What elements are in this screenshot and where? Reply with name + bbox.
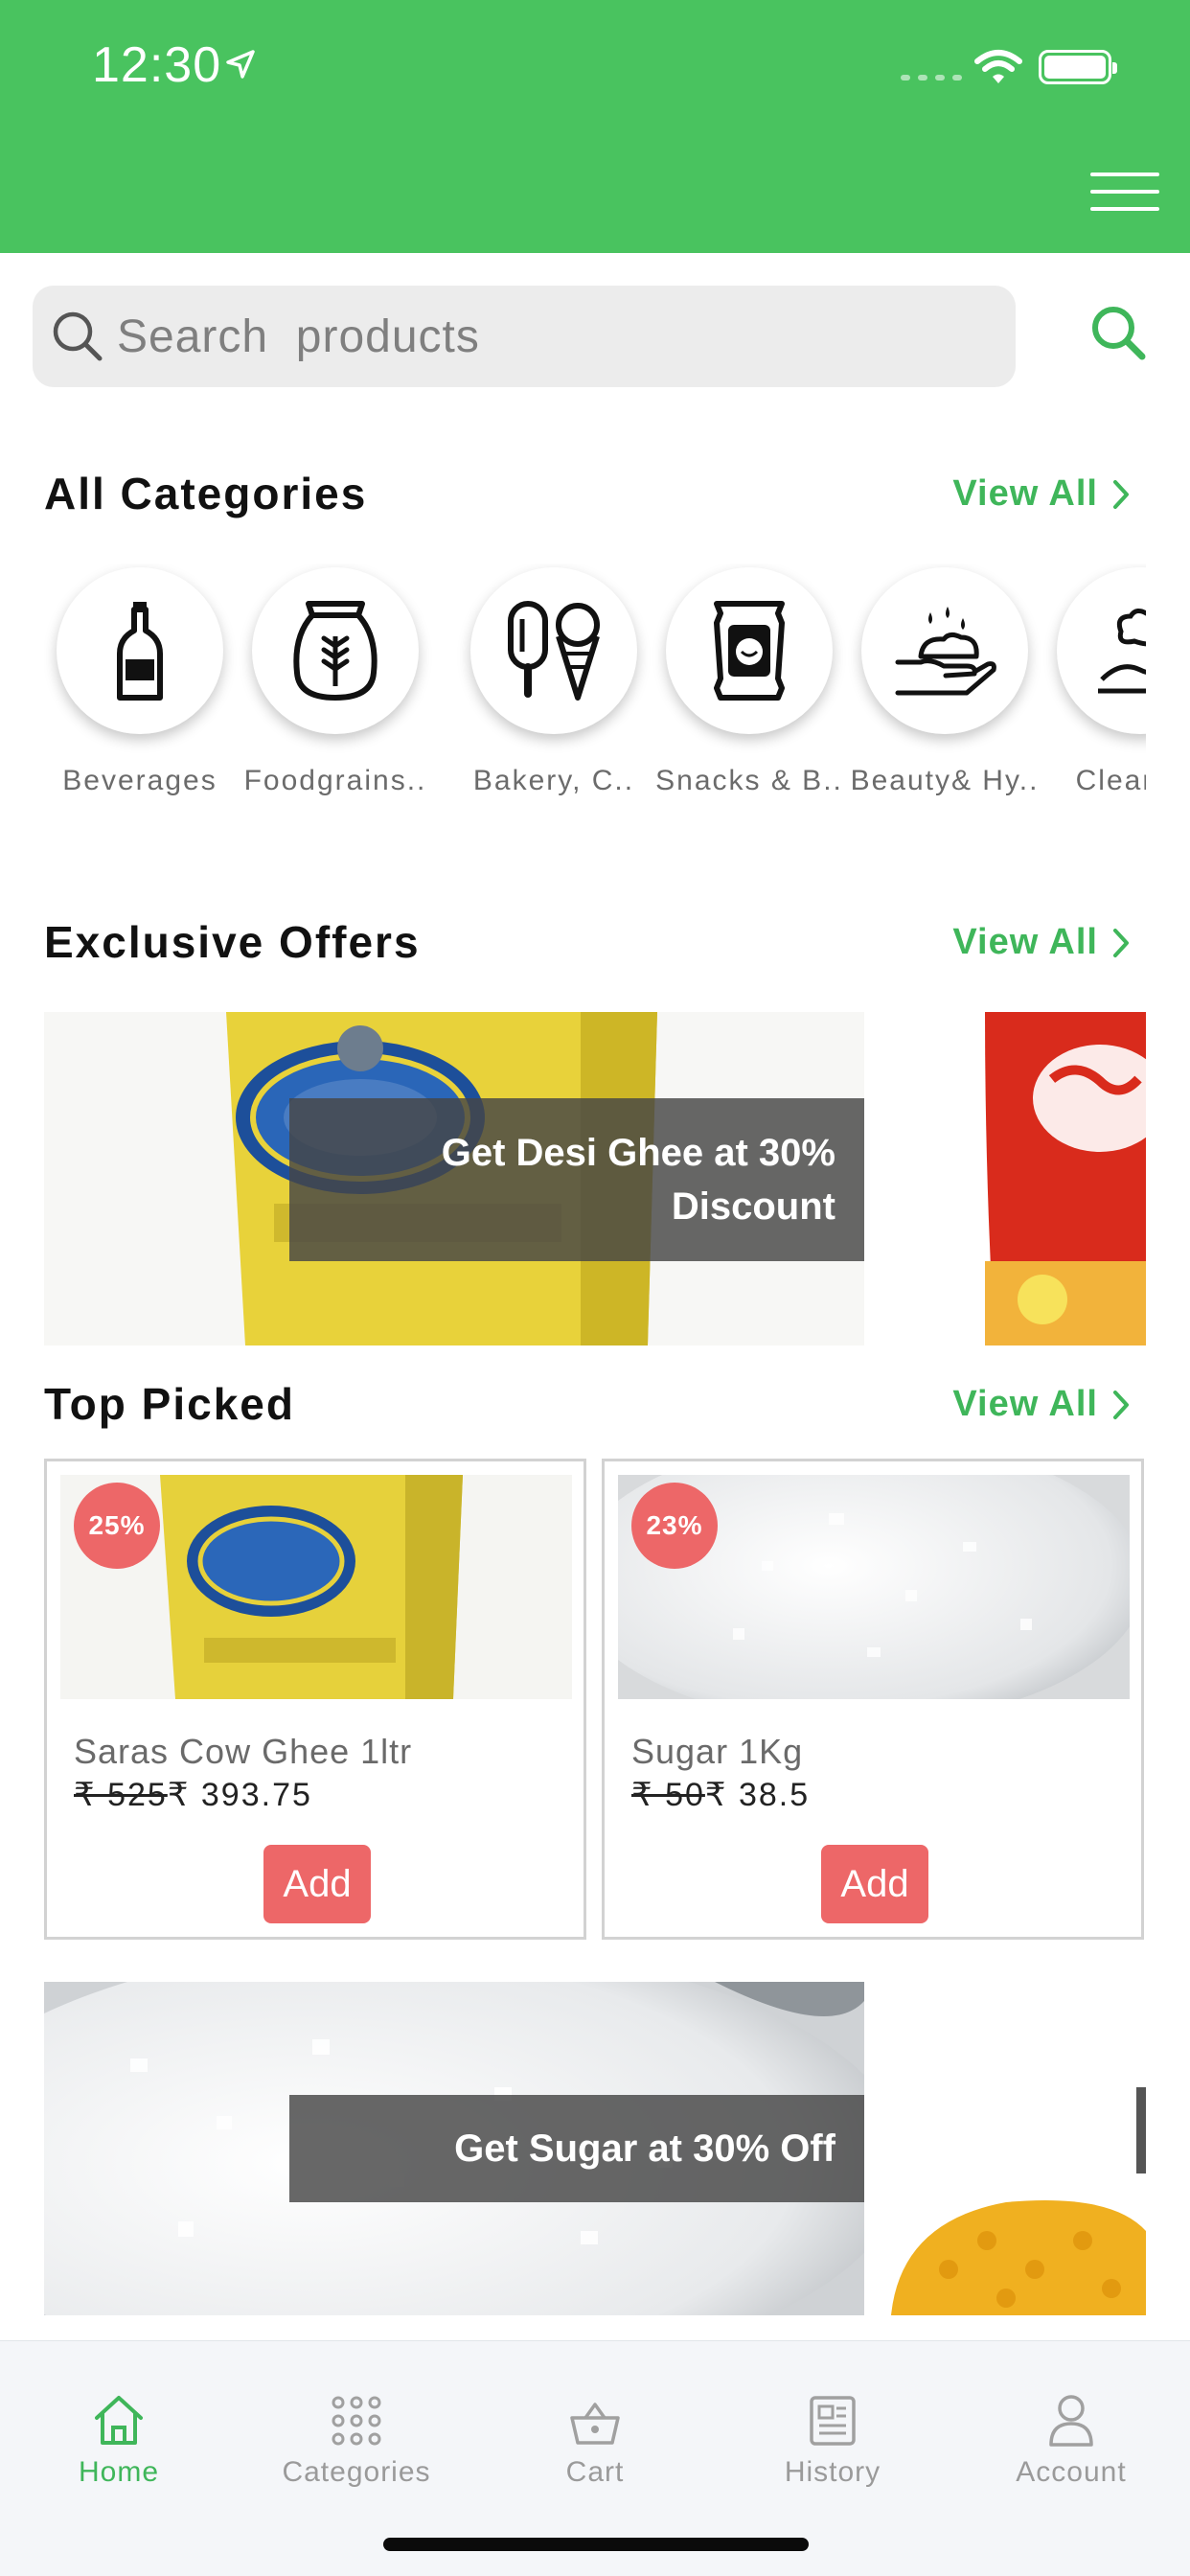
basket-icon: [570, 2403, 620, 2445]
app-header: 12:30: [0, 0, 1190, 253]
search-submit-icon[interactable]: [1088, 303, 1150, 364]
top-picked-view-all-link[interactable]: View All: [952, 1384, 1131, 1425]
product-new-price: ₹ 38.5: [704, 1777, 811, 1813]
offer-banner-ghee[interactable]: Get Desi Ghee at 30% Discount: [44, 1012, 864, 1346]
cleaning-icon: [1098, 609, 1146, 694]
tab-label: Cart: [565, 2456, 625, 2488]
chevron-right-icon: [1113, 928, 1129, 957]
tab-label: Home: [78, 2456, 160, 2488]
product-price: ₹ 525₹ 393.75: [74, 1776, 312, 1814]
promo-banner-caption: Get Sugar at 30% Off: [289, 2095, 864, 2202]
promo-banner-sugar[interactable]: Get Sugar at 30% Off: [44, 1982, 864, 2315]
product-card[interactable]: 23% Sugar 1Kg ₹ 50₹ 38.5 Add: [602, 1459, 1144, 1940]
product-card[interactable]: 25% Saras Cow Ghee 1ltr ₹ 525₹ 393.75 Ad…: [44, 1459, 586, 1940]
view-all-label: View All: [952, 473, 1098, 514]
category-item-bakery[interactable]: Bakery, C..: [458, 564, 650, 801]
status-time: 12:30: [92, 37, 222, 93]
tab-home[interactable]: Home: [13, 2360, 224, 2489]
add-to-cart-button[interactable]: Add: [263, 1845, 371, 1923]
top-picked-title: Top Picked: [44, 1379, 295, 1429]
category-item-foodgrains[interactable]: Foodgrains..: [240, 564, 431, 801]
tab-label: History: [784, 2456, 881, 2488]
category-item-beauty[interactable]: Beauty& Hy..: [849, 564, 1041, 801]
category-label: Snacks & B..: [655, 765, 843, 796]
home-indicator: [383, 2538, 809, 2551]
product-name: Saras Cow Ghee 1ltr: [74, 1732, 413, 1771]
grid-icon: [332, 2396, 381, 2446]
promo-banner-next[interactable]: [891, 1982, 1146, 2315]
product-new-price: ₹ 393.75: [167, 1777, 312, 1813]
search-icon: [53, 311, 103, 361]
bottle-icon: [117, 602, 163, 701]
snack-packet-icon: [714, 601, 785, 701]
ice-cream-icon: [508, 601, 600, 701]
categories-view-all-link[interactable]: View All: [952, 473, 1131, 515]
discount-badge: 25%: [74, 1483, 160, 1569]
offers-view-all-link[interactable]: View All: [952, 922, 1131, 963]
lentils-image: [891, 1982, 1146, 2315]
newspaper-icon: [810, 2396, 856, 2446]
grain-sack-icon: [293, 601, 378, 701]
tab-cart[interactable]: Cart: [490, 2360, 700, 2489]
hamburger-menu-icon[interactable]: [1090, 172, 1159, 215]
categories-title: All Categories: [44, 469, 368, 518]
category-item-snacks[interactable]: Snacks & B..: [653, 564, 845, 801]
offers-title: Exclusive Offers: [44, 917, 421, 967]
discount-badge: 23%: [631, 1483, 718, 1569]
battery-icon: [1039, 50, 1117, 84]
tab-categories[interactable]: Categories: [251, 2360, 462, 2489]
offer-banner-next[interactable]: [985, 1012, 1146, 1346]
view-all-label: View All: [952, 1384, 1098, 1424]
cellular-signal-icon: [901, 75, 962, 80]
product-price: ₹ 50₹ 38.5: [631, 1776, 810, 1814]
soap-hand-icon: [895, 607, 996, 696]
wifi-icon: [974, 50, 1022, 83]
category-label: Bakery, C..: [472, 765, 635, 796]
sugar-packet-image: [985, 1012, 1146, 1346]
chevron-right-icon: [1113, 1390, 1129, 1419]
category-label: Beverages: [62, 765, 217, 796]
chevron-right-icon: [1113, 479, 1129, 509]
product-old-price: ₹ 50: [631, 1777, 705, 1813]
location-arrow-icon: [226, 50, 255, 79]
product-old-price: ₹ 525: [74, 1777, 168, 1813]
user-icon: [1049, 2395, 1093, 2447]
category-label: Clear &..: [1075, 765, 1146, 796]
category-item-cleaning[interactable]: Clear &..: [1044, 564, 1146, 801]
home-icon: [95, 2396, 143, 2445]
tab-label: Categories: [282, 2456, 431, 2488]
offer-banner-caption: Get Desi Ghee at 30% Discount: [289, 1098, 864, 1261]
search-bar: [33, 286, 1016, 387]
search-input[interactable]: [117, 303, 979, 370]
tab-history[interactable]: History: [727, 2360, 938, 2489]
tab-account[interactable]: Account: [966, 2360, 1177, 2489]
category-label: Beauty& Hy..: [850, 765, 1040, 796]
add-to-cart-button[interactable]: Add: [821, 1845, 928, 1923]
view-all-label: View All: [952, 922, 1098, 962]
product-name: Sugar 1Kg: [631, 1732, 804, 1771]
category-carousel[interactable]: Beverages Foodgrains.. Bakery, C.. Snack…: [44, 564, 1146, 851]
tab-label: Account: [1016, 2456, 1127, 2488]
category-label: Foodgrains..: [243, 765, 427, 796]
category-item-beverages[interactable]: Beverages: [44, 564, 236, 801]
